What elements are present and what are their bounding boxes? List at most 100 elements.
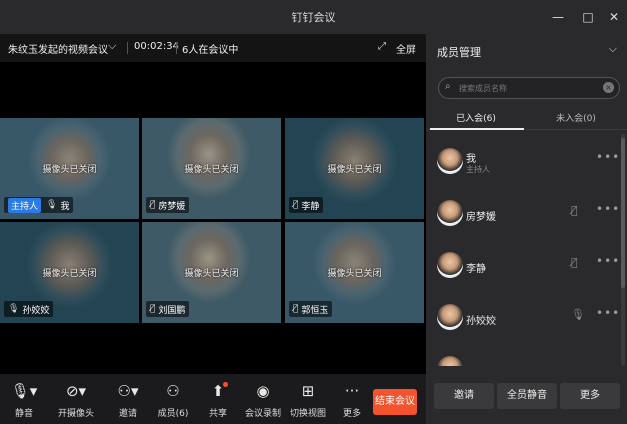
member-list: 我 主持人 ••• 房梦媛 🎙̸ ••• 李静 🎙̸ ••• 孙姣姣 🎙 •••	[426, 144, 620, 366]
participant-name: 房梦媛	[158, 201, 186, 212]
camera-off-label: 摄像头已关闭	[327, 269, 382, 279]
microphone-icon: 🎙	[8, 304, 20, 314]
notification-dot	[223, 382, 228, 387]
window-title: 钉钉会议	[291, 11, 336, 24]
video-tile[interactable]: 摄像头已关闭 🎙̸ 刘国鹏	[142, 222, 281, 323]
participant-nametag: 🎙̸ 房梦媛	[146, 197, 190, 213]
divider	[176, 42, 177, 54]
panel-more-button[interactable]: 更多	[560, 383, 620, 409]
microphone-muted-icon[interactable]: 🎙̸	[571, 204, 578, 217]
camera-off-label: 摄像头已关闭	[42, 165, 97, 175]
avatar	[437, 252, 463, 278]
meeting-toolbar: 🎙▾ 静音 ⊘▾ 开摄像头 ⚇▾ 邀请 ⚇ 成员(6) ⬆ 共享 ◉ 会议录制 …	[0, 374, 426, 424]
invite-label: 邀请	[118, 409, 137, 419]
more-label: 更多	[342, 409, 361, 419]
members-button[interactable]: ⚇ 成员(6)	[151, 380, 195, 419]
camera-off-icon: ⊘▾	[65, 382, 87, 400]
share-label: 共享	[208, 409, 227, 419]
microphone-icon: 🎙	[46, 200, 58, 210]
meeting-timer: 00:02:34	[134, 41, 179, 52]
chevron-down-icon[interactable]: ⌵	[108, 39, 116, 53]
microphone-muted-icon: 🎙̸	[293, 304, 299, 314]
more-button[interactable]: ··· 更多	[330, 380, 374, 419]
camera-off-label: 摄像头已关闭	[184, 269, 239, 279]
record-label: 会议录制	[244, 409, 281, 419]
participant-nametag: 主持人 🎙 我	[4, 197, 74, 213]
video-grid: 摄像头已关闭 主持人 🎙 我 摄像头已关闭 🎙̸ 房梦媛 摄像头已关闭 🎙̸ 李…	[0, 118, 426, 324]
list-item[interactable]	[426, 352, 620, 366]
more-icon[interactable]: •••	[596, 306, 620, 320]
mute-label: 静音	[14, 409, 33, 419]
clear-icon[interactable]: ×	[603, 82, 614, 93]
switch-view-button[interactable]: ⊞ 切换视图	[286, 380, 330, 419]
camera-off-label: 摄像头已关闭	[327, 165, 382, 175]
search-input[interactable]	[459, 81, 599, 95]
close-button[interactable]: ✕	[606, 9, 622, 25]
microphone-muted-icon: 🎙̸	[293, 200, 299, 210]
avatar	[437, 356, 463, 366]
mute-all-button[interactable]: 全员静音	[497, 383, 557, 409]
more-icon[interactable]: •••	[596, 254, 620, 268]
participant-count: 6人在会议中	[182, 45, 239, 56]
members-label: 成员(6)	[157, 409, 189, 419]
grid-view-icon: ⊞	[301, 382, 315, 400]
member-search[interactable]: ⌕ ×	[438, 77, 620, 99]
microphone-muted-icon[interactable]: 🎙̸	[571, 256, 578, 269]
participant-nametag: 🎙̸ 郭恒玉	[289, 301, 333, 317]
list-item[interactable]: 李静 🎙̸ •••	[426, 248, 620, 300]
avatar	[437, 148, 463, 174]
camera-button[interactable]: ⊘▾ 开摄像头	[54, 380, 98, 419]
invite-button[interactable]: 邀请	[434, 383, 494, 409]
window-titlebar: 钉钉会议 — □ ✕	[0, 0, 627, 34]
record-button[interactable]: ◉ 会议录制	[241, 380, 285, 419]
minimize-button[interactable]: —	[550, 9, 566, 25]
more-icon: ···	[344, 382, 360, 400]
end-meeting-button[interactable]: 结束会议	[373, 389, 417, 415]
microphone-icon: 🎙▾	[10, 382, 38, 400]
microphone-muted-icon: 🎙̸	[150, 304, 156, 314]
maximize-button[interactable]: □	[580, 9, 596, 25]
camera-label: 开摄像头	[57, 409, 94, 419]
video-tile[interactable]: 摄像头已关闭 🎙 孙姣姣	[0, 222, 139, 323]
more-icon[interactable]: •••	[596, 150, 620, 164]
list-item[interactable]: 房梦媛 🎙̸ •••	[426, 196, 620, 248]
participant-nametag: 🎙̸ 李静	[289, 197, 324, 213]
active-tab-indicator	[430, 128, 524, 130]
video-area: 朱纹玉发起的视频会议 ⌵ 00:02:34 6人在会议中 ⤢ 全屏 摄像头已关闭…	[0, 34, 426, 424]
share-button[interactable]: ⬆ 共享	[196, 380, 240, 419]
members-icon: ⚇	[166, 382, 180, 400]
chevron-down-icon[interactable]: ⌵	[609, 42, 617, 56]
participant-name: 李静	[301, 201, 320, 212]
member-panel: 成员管理 ⌵ ⌕ × 已入会(6) 未入会(0) 我 主持人 ••• 房梦媛 🎙…	[426, 34, 627, 424]
camera-off-label: 摄像头已关闭	[184, 165, 239, 175]
microphone-muted-icon: 🎙̸	[150, 200, 156, 210]
video-tile[interactable]: 摄像头已关闭 主持人 🎙 我	[0, 118, 139, 219]
participant-name: 郭恒玉	[301, 305, 329, 316]
more-icon[interactable]: •••	[596, 202, 620, 216]
participant-name: 刘国鹏	[158, 305, 186, 316]
record-icon: ◉	[256, 382, 270, 400]
video-tile[interactable]: 摄像头已关闭 🎙̸ 李静	[285, 118, 424, 219]
invite-button[interactable]: ⚇▾ 邀请	[106, 380, 150, 419]
fullscreen-button[interactable]: 全屏	[396, 41, 416, 56]
member-name: 李静	[466, 264, 486, 275]
member-name: 孙姣姣	[466, 316, 496, 327]
share-screen-icon: ⬆	[211, 382, 225, 400]
host-badge: 主持人	[8, 197, 42, 213]
camera-off-label: 摄像头已关闭	[42, 269, 97, 279]
fullscreen-icon[interactable]: ⤢	[378, 41, 386, 52]
avatar	[437, 304, 463, 330]
scrollbar-thumb[interactable]	[621, 138, 625, 288]
tab-joined[interactable]: 已入会(6)	[426, 111, 526, 124]
avatar	[437, 200, 463, 226]
video-tile[interactable]: 摄像头已关闭 🎙̸ 郭恒玉	[285, 222, 424, 323]
list-item[interactable]: 孙姣姣 🎙 •••	[426, 300, 620, 352]
list-item[interactable]: 我 主持人 •••	[426, 144, 620, 196]
meeting-title[interactable]: 朱纹玉发起的视频会议	[8, 41, 108, 56]
search-icon: ⌕	[445, 81, 451, 92]
member-name: 房梦媛	[466, 212, 496, 223]
video-tile[interactable]: 摄像头已关闭 🎙̸ 房梦媛	[142, 118, 281, 219]
tab-not-joined[interactable]: 未入会(0)	[526, 111, 626, 124]
microphone-icon[interactable]: 🎙	[571, 308, 585, 321]
mute-button[interactable]: 🎙▾ 静音	[2, 380, 46, 419]
